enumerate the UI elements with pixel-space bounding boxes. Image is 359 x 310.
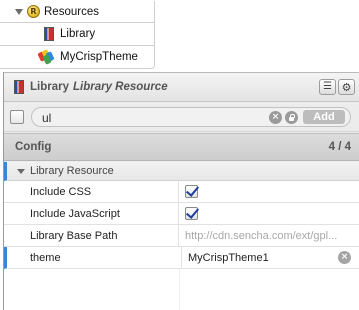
property-value [179, 181, 359, 202]
property-name: Library Base Path [4, 225, 179, 246]
config-section-header[interactable]: Config 4 / 4 [4, 133, 359, 161]
property-row-theme: theme MyCrispTheme1 × [4, 247, 359, 269]
tree-node-library[interactable]: Library [0, 23, 155, 45]
lock-icon[interactable] [285, 111, 298, 124]
library-icon [44, 27, 54, 41]
panel-header: Library Library Resource ☰ ⚙ [4, 73, 359, 102]
clear-filter-icon[interactable]: × [269, 111, 282, 124]
tree-node-label: Library [60, 28, 96, 40]
tree-node-resources[interactable]: R Resources [0, 1, 155, 23]
library-base-path-value[interactable]: http://cdn.sencha.com/ext/gpl... [179, 225, 359, 246]
expand-arrow-icon[interactable] [15, 8, 23, 15]
include-javascript-checkbox[interactable] [185, 207, 198, 220]
property-grid: Library Resource Include CSS Include Jav… [4, 162, 359, 310]
theme-palette-icon [37, 49, 55, 65]
grid-empty-area [4, 269, 359, 310]
filter-bar: × Add [4, 102, 359, 132]
property-name: Include JavaScript [4, 203, 179, 224]
panel-subtitle: Library Resource [73, 81, 168, 93]
property-row-include-javascript: Include JavaScript [4, 203, 359, 225]
property-group-library-resource[interactable]: Library Resource [4, 162, 359, 181]
clear-value-icon[interactable]: × [338, 251, 351, 264]
group-label: Library Resource [30, 165, 114, 177]
column-divider [179, 269, 180, 310]
tree-node-mycrisptheme[interactable]: MyCrispTheme [0, 45, 155, 69]
layout-options-button[interactable]: ☰ [319, 79, 336, 95]
property-row-library-base-path: Library Base Path http://cdn.sencha.com/… [4, 225, 359, 247]
property-row-include-css: Include CSS [4, 181, 359, 203]
resources-icon: R [27, 5, 40, 18]
property-name: Include CSS [4, 181, 179, 202]
settings-button[interactable]: ⚙ [338, 79, 355, 95]
layout-options-icon: ☰ [323, 81, 332, 92]
collapse-arrow-icon[interactable] [17, 168, 25, 174]
tree-node-label: MyCrispTheme [60, 51, 138, 63]
gear-icon: ⚙ [341, 80, 352, 94]
include-css-checkbox[interactable] [185, 185, 198, 198]
add-button[interactable]: Add [303, 110, 345, 124]
theme-value[interactable]: MyCrispTheme1 [188, 252, 269, 264]
filter-field: × Add [31, 107, 351, 127]
section-title: Config [15, 141, 52, 153]
property-value-cell: MyCrispTheme1 × [182, 247, 359, 268]
filter-input[interactable] [42, 110, 262, 125]
config-count: 4 / 4 [328, 141, 351, 153]
panel-title: Library [30, 81, 69, 93]
property-name: theme [7, 247, 182, 268]
property-value [179, 203, 359, 224]
tree-node-label: Resources [44, 5, 99, 18]
library-icon [14, 80, 24, 94]
resource-tree: R Resources Library MyCrispTheme [0, 0, 359, 70]
show-all-checkbox[interactable] [10, 110, 24, 124]
config-inspector-panel: Library Library Resource ☰ ⚙ × Add Confi… [3, 72, 359, 310]
